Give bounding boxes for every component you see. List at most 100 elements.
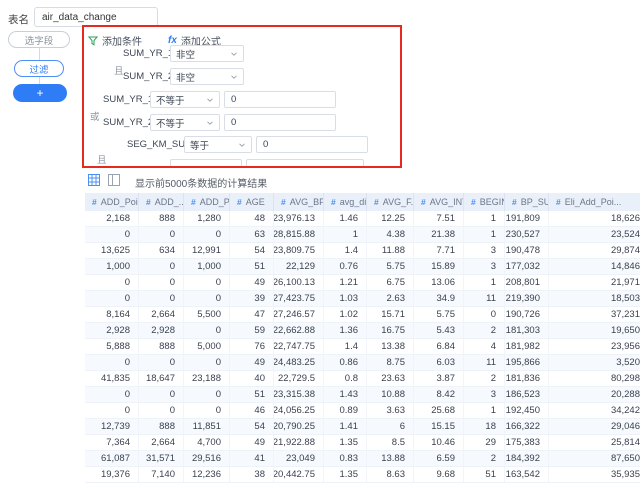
panel-view-icon[interactable] xyxy=(108,174,120,186)
condition-field: SUM_YR_1 xyxy=(123,48,174,59)
table-cell: 47 xyxy=(230,307,274,322)
table-cell: 5,000 xyxy=(184,339,230,354)
condition-value-input[interactable] xyxy=(224,114,336,131)
table-cell: 4 xyxy=(464,339,505,354)
condition-operator-select[interactable]: 非空 xyxy=(170,68,244,85)
condition-row: SUM_YR_1 xyxy=(123,45,173,62)
table-cell: 15.89 xyxy=(414,259,464,274)
table-cell: 888 xyxy=(139,419,184,434)
table-cell: 29,046 xyxy=(549,419,640,434)
numeric-type-icon: # xyxy=(374,197,379,207)
table-cell: 4.38 xyxy=(367,227,414,242)
table-cell: 15.15 xyxy=(414,419,464,434)
sidebar-node-filter[interactable]: 过滤 xyxy=(14,60,64,77)
table-cell: 6.84 xyxy=(414,339,464,354)
numeric-type-icon: # xyxy=(237,197,242,207)
table-cell: 3 xyxy=(464,259,505,274)
table-cell: 15.71 xyxy=(367,307,414,322)
table-cell: 22,747.75 xyxy=(274,339,324,354)
table-cell: 1,000 xyxy=(184,259,230,274)
table-cell: 184,392 xyxy=(505,451,549,466)
table-cell: 12.25 xyxy=(367,211,414,226)
table-row: 2,168 888 1,280 48 23,976.13 1.46 12.25 7.51 1 19… xyxy=(85,211,640,227)
table-name-input[interactable] xyxy=(34,7,158,27)
table-cell: 3 xyxy=(464,387,505,402)
table-cell: 6.03 xyxy=(414,355,464,370)
condition-operator-select[interactable] xyxy=(170,159,242,166)
table-cell: 1 xyxy=(324,227,367,242)
condition-value-input[interactable] xyxy=(224,91,336,108)
table-row: 0 0 0 51 23,315.38 1.43 10.88 8.42 3 186,523 20,28… xyxy=(85,387,640,403)
table-cell: 888 xyxy=(139,339,184,354)
table-row: 12,739 888 11,851 54 20,790.25 1.41 6 15.15 18 16… xyxy=(85,419,640,435)
table-cell: 12,739 xyxy=(85,419,139,434)
column-header[interactable]: #AVG_BP... xyxy=(274,193,324,211)
table-cell: 23.63 xyxy=(367,371,414,386)
table-cell: 1.03 xyxy=(324,291,367,306)
column-header-label: ADD_P... xyxy=(199,197,229,207)
table-cell: 1 xyxy=(464,211,505,226)
table-cell: 54 xyxy=(230,419,274,434)
table-cell: 80,298 xyxy=(549,371,640,386)
condition-row: SUM_YR_2 xyxy=(103,114,153,131)
add-node-button[interactable]: + xyxy=(13,84,67,102)
table-cell: 0 xyxy=(139,387,184,402)
column-header[interactable]: #BP_SUM xyxy=(505,193,549,211)
numeric-type-icon: # xyxy=(191,197,196,207)
table-cell: 20,790.25 xyxy=(274,419,324,434)
column-header-label: BP_SUM xyxy=(520,197,548,207)
column-header[interactable]: # AGE xyxy=(230,193,274,211)
table-cell: 4,700 xyxy=(184,435,230,450)
column-header[interactable]: #ADD_Poi... xyxy=(85,193,139,211)
sidebar-node-select-fields[interactable]: 选字段 xyxy=(8,31,70,48)
table-cell: 11 xyxy=(464,291,505,306)
table-cell: 1.35 xyxy=(324,435,367,450)
table-cell: 63 xyxy=(230,227,274,242)
table-cell: 22,129 xyxy=(274,259,324,274)
table-cell: 6 xyxy=(367,419,414,434)
table-cell: 54 xyxy=(230,243,274,258)
table-cell: 14,846 xyxy=(549,259,640,274)
table-cell: 5,888 xyxy=(85,339,139,354)
table-cell: 12,991 xyxy=(184,243,230,258)
table-cell: 0 xyxy=(139,291,184,306)
table-cell: 7,140 xyxy=(139,467,184,482)
table-cell: 29,516 xyxy=(184,451,230,466)
table-cell: 16.75 xyxy=(367,323,414,338)
table-view-icon[interactable] xyxy=(88,174,100,186)
column-header[interactable]: #BEGIN... xyxy=(464,193,505,211)
table-cell: 25,814 xyxy=(549,435,640,450)
condition-operator-select[interactable]: 不等于 xyxy=(150,114,220,131)
table-cell: 10.88 xyxy=(367,387,414,402)
table-cell: 230,527 xyxy=(505,227,549,242)
condition-operator-select[interactable]: 等于 xyxy=(184,136,252,153)
condition-value-input[interactable] xyxy=(246,159,364,166)
column-header[interactable]: # ADD_... xyxy=(139,193,184,211)
table-row: 0 0 0 46 24,056.25 0.89 3.63 25.68 1 192,450 34,24… xyxy=(85,403,640,419)
table-cell: 18 xyxy=(464,419,505,434)
column-header[interactable]: # Eli_Add_Poi... xyxy=(549,193,640,211)
column-header[interactable]: #ADD_P... xyxy=(184,193,230,211)
table-cell: 5.75 xyxy=(414,307,464,322)
table-cell: 18,503 xyxy=(549,291,640,306)
column-header[interactable]: #avg_di... xyxy=(324,193,367,211)
condition-operator-select[interactable]: 非空 xyxy=(170,45,244,62)
table-cell: 76 xyxy=(230,339,274,354)
table-cell: 0 xyxy=(85,387,139,402)
condition-operator-select[interactable]: 不等于 xyxy=(150,91,220,108)
condition-value-input[interactable] xyxy=(256,136,368,153)
table-cell: 0 xyxy=(139,259,184,274)
column-header[interactable]: #AVG_F... xyxy=(367,193,414,211)
results-caption: 显示前5000条数据的计算结果 xyxy=(135,179,268,190)
table-cell: 5.75 xyxy=(367,259,414,274)
operator-value: 非空 xyxy=(176,72,196,84)
table-row: 19,376 7,140 12,236 38 20,442.75 1.35 8.63 9.68… xyxy=(85,467,640,483)
table-row: 0 0 0 49 24,483.25 0.86 8.75 6.03 11 195,866 3,520 xyxy=(85,355,640,371)
table-cell: 13.06 xyxy=(414,275,464,290)
chevron-down-icon xyxy=(231,51,237,56)
table-cell: 888 xyxy=(139,211,184,226)
table-cell: 0 xyxy=(139,275,184,290)
column-header[interactable]: #AVG_INT... xyxy=(414,193,464,211)
condition-row: SUM_YR_1 xyxy=(103,91,153,108)
table-cell: 20,442.75 xyxy=(274,467,324,482)
